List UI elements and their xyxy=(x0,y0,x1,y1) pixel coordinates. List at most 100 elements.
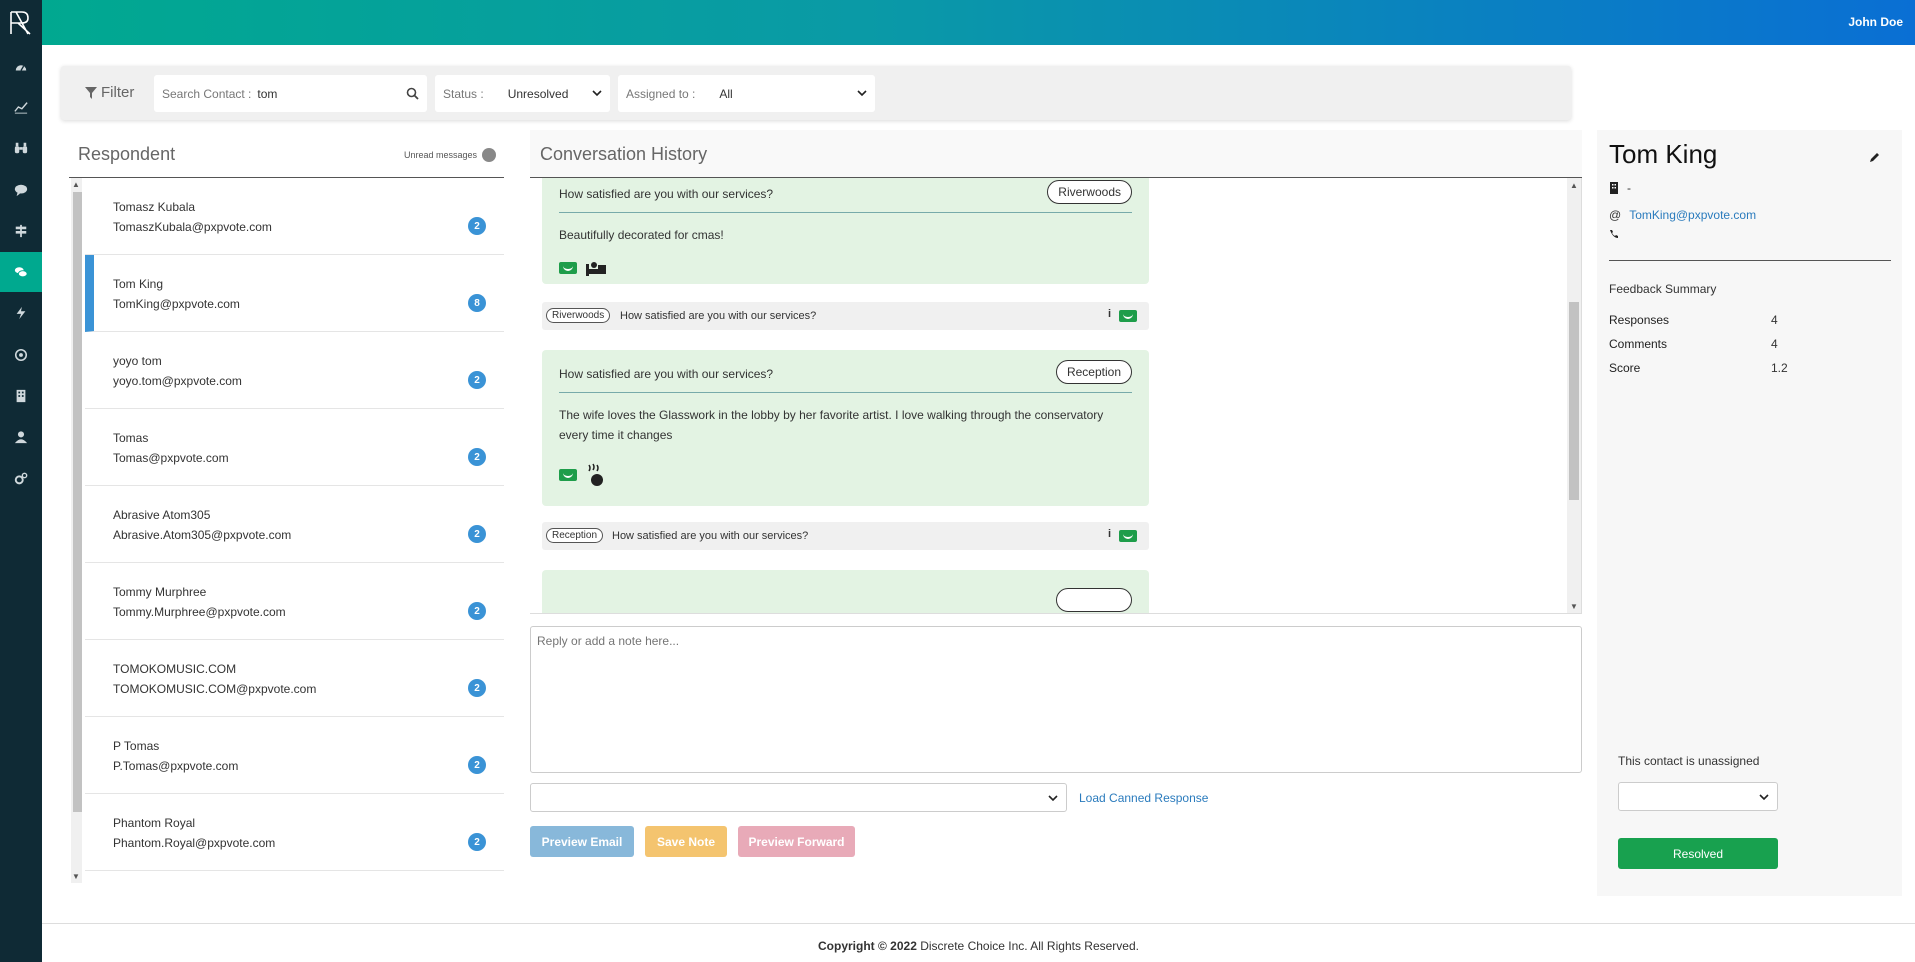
conversation-header: Conversation History xyxy=(530,130,1582,178)
top-bar: John Doe xyxy=(0,0,1915,45)
resolved-button[interactable]: Resolved xyxy=(1618,838,1778,869)
preview-email-button[interactable]: Preview Email xyxy=(530,826,634,857)
footer-divider xyxy=(42,923,1915,924)
stat-label: Score xyxy=(1609,361,1641,375)
respondent-item[interactable]: Tommy Murphree Tommy.Murphree@pxpvote.co… xyxy=(85,563,504,640)
scrollbar-thumb[interactable] xyxy=(1569,302,1579,500)
search-contact-input[interactable]: tom xyxy=(257,87,277,101)
respondent-item[interactable]: yoyo tom yoyo.tom@pxpvote.com 2 xyxy=(85,332,504,409)
reply-textarea[interactable] xyxy=(530,626,1582,773)
binoculars-icon xyxy=(14,142,28,154)
feedback-summary-title: Feedback Summary xyxy=(1609,282,1717,296)
bed-icon xyxy=(586,262,606,276)
sidebar-item-users[interactable] xyxy=(0,417,42,457)
scroll-up-icon[interactable]: ▲ xyxy=(1570,181,1578,190)
sidebar-item-comments[interactable] xyxy=(0,170,42,210)
unassigned-text: This contact is unassigned xyxy=(1618,754,1760,768)
at-icon: @ xyxy=(1609,208,1622,222)
conversation-history[interactable]: How satisfied are you with our services?… xyxy=(530,178,1582,614)
status-select[interactable]: Status : Unresolved xyxy=(435,75,610,112)
respondent-item[interactable]: Tomasz Kubala TomaszKubala@pxpvote.com 2 xyxy=(85,178,504,255)
happy-face-icon xyxy=(559,262,577,274)
sidebar-item-actions[interactable] xyxy=(0,293,42,333)
building-icon xyxy=(16,389,26,403)
divider xyxy=(1609,260,1891,261)
status-value: Unresolved xyxy=(507,86,569,101)
stat-label: Responses xyxy=(1609,313,1670,327)
message-icons xyxy=(559,259,607,277)
scroll-up-icon[interactable]: ▲ xyxy=(72,180,80,189)
message-comment: Beautifully decorated for cmas! xyxy=(559,228,724,242)
sidebar-item-explore[interactable] xyxy=(0,128,42,168)
stat-value: 4 xyxy=(1771,337,1778,351)
assigned-to-select[interactable]: Assigned to : All xyxy=(618,75,875,112)
filter-bar: Filter Search Contact : tom Status : Unr… xyxy=(61,66,1571,120)
sidebar-item-routes[interactable] xyxy=(0,211,42,251)
respondent-item-selected[interactable]: Tom King TomKing@pxpvote.com 8 xyxy=(85,255,504,332)
scroll-down-icon[interactable]: ▼ xyxy=(72,872,80,881)
respondent-item[interactable]: Tomas Tomas@pxpvote.com 2 xyxy=(85,409,504,486)
sidebar-item-locations[interactable] xyxy=(0,376,42,416)
app-logo[interactable] xyxy=(0,0,42,45)
respondent-item[interactable]: TOMOKOMUSIC.COM TOMOKOMUSIC.COM@pxpvote.… xyxy=(85,640,504,717)
edit-pencil-icon[interactable] xyxy=(1868,152,1880,164)
message-icons xyxy=(559,463,605,487)
respondent-name: Tom King xyxy=(113,277,164,291)
conversation-scrollbar[interactable]: ▲ ▼ xyxy=(1567,178,1581,613)
signpost-icon xyxy=(15,224,27,238)
unread-count-badge: 2 xyxy=(468,602,486,620)
user-icon xyxy=(14,431,28,444)
contact-name: Tom King xyxy=(1609,139,1718,169)
respondent-name: Tommy Murphree xyxy=(113,585,207,599)
respondent-scrollbar[interactable]: ▲ ▼ xyxy=(71,178,82,883)
respondent-email: P.Tomas@pxpvote.com xyxy=(113,759,239,773)
unread-dot-icon xyxy=(482,148,496,162)
save-note-button[interactable]: Save Note xyxy=(645,826,727,857)
load-canned-response-link[interactable]: Load Canned Response xyxy=(1079,791,1208,805)
response-summary-row[interactable]: Riverwoods How satisfied are you with ou… xyxy=(542,302,1149,330)
happy-face-icon xyxy=(1119,530,1137,542)
divider xyxy=(559,212,1132,213)
info-icon[interactable]: i xyxy=(1108,528,1111,540)
target-icon xyxy=(14,348,28,362)
info-icon[interactable]: i xyxy=(1108,308,1111,320)
respondent-panel: Respondent Unread messages ▲ ▼ Tomasz Ku… xyxy=(69,130,504,885)
building-icon xyxy=(1610,182,1618,194)
chevron-down-icon xyxy=(592,90,602,97)
respondent-email: TomaszKubala@pxpvote.com xyxy=(113,220,272,234)
respondent-item[interactable]: Phantom Royal Phantom.Royal@pxpvote.com … xyxy=(85,794,504,871)
sidebar-item-settings[interactable] xyxy=(0,459,42,499)
chevron-down-icon xyxy=(1048,795,1058,802)
respondent-item[interactable]: P Tomas P.Tomas@pxpvote.com 2 xyxy=(85,717,504,794)
sidebar-item-dashboard[interactable] xyxy=(0,47,42,87)
sidebar-item-analytics[interactable] xyxy=(0,87,42,127)
company-text: Discrete Choice Inc. All Rights Reserved… xyxy=(920,939,1139,953)
respondent-name: Tomasz Kubala xyxy=(113,200,196,214)
bolt-icon xyxy=(16,306,26,320)
canned-response-select[interactable] xyxy=(530,783,1067,812)
sidebar-item-goals[interactable] xyxy=(0,335,42,375)
contact-phone-row xyxy=(1609,229,1627,239)
scrollbar-thumb[interactable] xyxy=(73,192,82,812)
sidebar xyxy=(0,45,42,962)
comments-icon xyxy=(14,267,28,278)
hot-cup-icon xyxy=(588,463,603,486)
response-summary-row[interactable]: Reception How satisfied are you with our… xyxy=(542,522,1149,550)
respondent-title: Respondent xyxy=(78,144,176,164)
contact-panel: Tom King - @ TomKing@pxpvote.com Feedbac… xyxy=(1597,130,1902,896)
phone-icon xyxy=(1610,230,1618,238)
sidebar-item-conversations[interactable] xyxy=(0,252,42,292)
search-contact-field[interactable]: Search Contact : tom xyxy=(154,75,427,112)
user-name[interactable]: John Doe xyxy=(1848,15,1903,29)
logo-icon xyxy=(10,10,31,35)
filter-label: Filter xyxy=(85,84,134,101)
assign-contact-select[interactable] xyxy=(1618,782,1778,811)
scroll-down-icon[interactable]: ▼ xyxy=(1570,602,1578,611)
search-icon[interactable] xyxy=(406,87,419,100)
message-question: How satisfied are you with our services? xyxy=(559,187,774,201)
respondent-item[interactable]: Abrasive Atom305 Abrasive.Atom305@pxpvot… xyxy=(85,486,504,563)
preview-forward-button[interactable]: Preview Forward xyxy=(738,826,855,857)
footer: Copyright © 2022 Discrete Choice Inc. Al… xyxy=(42,939,1915,953)
dashboard-icon xyxy=(15,65,27,71)
contact-email-link[interactable]: TomKing@pxpvote.com xyxy=(1629,208,1756,222)
